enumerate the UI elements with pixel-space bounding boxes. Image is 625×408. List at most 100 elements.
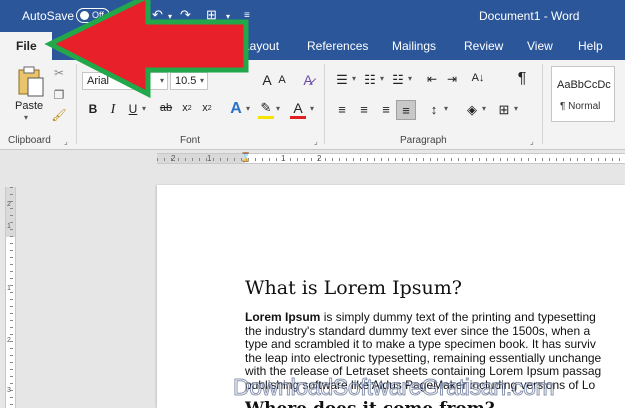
increase-indent-icon[interactable]: ⇥ (444, 72, 460, 86)
decrease-indent-icon[interactable]: ⇤ (424, 72, 440, 86)
style-name: ¶ Normal (560, 101, 601, 112)
superscript-button[interactable]: x2 (200, 102, 214, 114)
paste-dropdown-icon: ▾ (24, 113, 29, 122)
show-marks-button[interactable]: ¶ (514, 70, 530, 88)
chevron-down-icon[interactable]: ▾ (308, 104, 316, 113)
chevron-down-icon[interactable]: ▾ (512, 104, 520, 113)
paste-label: Paste (15, 100, 44, 112)
paragraph-line: Lorem Ipsum is simply dummy text of the … (245, 310, 625, 325)
clipboard-launcher-icon[interactable]: ⌟ (64, 137, 68, 146)
customize-qat-icon[interactable]: ≡ (244, 10, 250, 21)
tab-references[interactable]: References (307, 39, 368, 53)
chevron-down-icon[interactable]: ▾ (480, 104, 488, 113)
bullets-icon[interactable]: ☰ (334, 72, 350, 88)
format-painter-icon[interactable]: 🖌 (51, 108, 66, 122)
undo-dropdown-icon[interactable]: ▾ (168, 12, 172, 21)
borders-icon[interactable]: ⊞ (496, 102, 512, 118)
numbering-icon[interactable]: ☷ (362, 72, 378, 88)
vertical-ruler[interactable]: 2 1 1 2 3 (5, 187, 16, 408)
tab-view[interactable]: View (527, 39, 553, 53)
toggle-knob (80, 11, 89, 20)
paragraph-launcher-icon[interactable]: ⌟ (530, 137, 534, 146)
chevron-down-icon[interactable]: ▾ (244, 104, 252, 113)
font-color-icon[interactable]: A (290, 100, 306, 119)
paragraph-line: the leap into electronic typesetting, re… (245, 350, 602, 365)
font-size-value: 10.5 (175, 75, 197, 87)
line-text: is simply dummy text of the printing and… (320, 310, 596, 324)
align-center-icon[interactable]: ≡ (356, 102, 372, 117)
redo-icon[interactable]: ↷ (180, 7, 191, 23)
tab-help[interactable]: Help (578, 39, 603, 53)
text-effects-icon[interactable]: A (228, 100, 244, 118)
justify-icon[interactable]: ≡ (396, 100, 416, 120)
subscript-button[interactable]: x2 (180, 102, 194, 114)
ruler-number: 2 (317, 154, 322, 163)
ribbon: Paste ▾ ✂ ❐ 🖌 Clipboard ⌟ Arial ▾ 10.5 ▾… (0, 60, 625, 150)
group-divider (542, 64, 543, 144)
style-normal[interactable]: AaBbCcDc ¶ Normal (551, 66, 615, 122)
chevron-down-icon[interactable]: ▾ (350, 74, 358, 83)
sort-icon[interactable]: A↓ (470, 72, 486, 84)
ruler-ticks (157, 158, 625, 161)
tab-mailings[interactable]: Mailings (392, 39, 436, 53)
ruler-number: 2 (7, 337, 11, 344)
font-name-combo[interactable]: Arial ▾ (82, 72, 168, 90)
horizontal-ruler[interactable]: 2 1 1 2 ⌛ (157, 152, 625, 164)
font-group-label: Font (180, 135, 201, 146)
style-sample: AaBbCcDc (557, 79, 611, 91)
ruler-number: 3 (7, 387, 11, 394)
tab-file[interactable]: File (0, 32, 52, 60)
group-divider (324, 64, 325, 144)
font-launcher-icon[interactable]: ⌟ (314, 137, 318, 146)
underline-button[interactable]: U (126, 102, 140, 116)
document-heading: What is Lorem Ipsum? (245, 277, 462, 299)
ruler-number: 2 (171, 154, 176, 163)
paste-icon (18, 66, 44, 97)
ruler-ticks (10, 187, 13, 408)
bold-button[interactable]: B (86, 102, 100, 116)
touch-mode-icon[interactable]: ⊞ (206, 7, 217, 23)
paragraph-line: the industry's standard dummy text ever … (245, 323, 591, 338)
paste-button[interactable]: Paste ▾ (10, 64, 50, 122)
chevron-down-icon[interactable]: ▾ (442, 104, 450, 113)
shading-icon[interactable]: ◈ (464, 102, 480, 118)
tab-review[interactable]: Review (464, 39, 503, 53)
line-spacing-icon[interactable]: ↕ (426, 102, 442, 117)
ruler-number: 1 (7, 285, 11, 292)
font-size-combo[interactable]: 10.5 ▾ (170, 72, 208, 90)
undo-icon[interactable]: ↶ (152, 7, 163, 23)
autosave-toggle[interactable]: Off (76, 8, 110, 23)
underline-dropdown-icon[interactable]: ▾ (140, 104, 148, 113)
highlighter-icon[interactable]: ✎ (258, 100, 274, 119)
chevron-down-icon[interactable]: ▾ (378, 74, 386, 83)
ribbon-tabs: Layout References Mailings Review View H… (0, 32, 625, 60)
ruler-number: 1 (281, 154, 286, 163)
indent-marker-icon[interactable]: ⌛ (240, 152, 251, 163)
multilevel-list-icon[interactable]: ☳ (390, 72, 406, 88)
copy-icon[interactable]: ❐ (52, 88, 66, 102)
chevron-down-icon: ▾ (199, 76, 204, 85)
ruler-number: 2 (7, 201, 11, 208)
paragraph-group-label: Paragraph (400, 135, 447, 146)
clipboard-group-label: Clipboard (8, 135, 51, 146)
shrink-font-button[interactable]: A (276, 74, 288, 86)
ruler-number: 1 (207, 154, 212, 163)
strikethrough-button[interactable]: ab (158, 102, 174, 114)
paragraph-line: type and scrambled it to make a type spe… (245, 337, 596, 351)
align-right-icon[interactable]: ≡ (378, 102, 394, 117)
cut-icon[interactable]: ✂ (52, 66, 66, 80)
font-name-value: Arial (87, 75, 110, 87)
align-left-icon[interactable]: ≡ (334, 102, 350, 117)
tab-layout[interactable]: Layout (243, 39, 279, 53)
chevron-down-icon[interactable]: ▾ (274, 104, 282, 113)
italic-button[interactable]: I (106, 102, 120, 118)
group-divider (76, 64, 77, 144)
chevron-down-icon[interactable]: ▾ (406, 74, 414, 83)
clear-formatting-icon[interactable]: A̷ (300, 72, 316, 88)
document-title: Document1 - Word (479, 9, 580, 23)
bold-lead: Lorem Ipsum (245, 310, 321, 324)
grow-font-button[interactable]: A (260, 72, 274, 88)
autosave-label: AutoSave (22, 9, 75, 23)
qat-dropdown-icon[interactable]: ▾ (226, 12, 230, 21)
autosave-state: Off (92, 10, 104, 20)
